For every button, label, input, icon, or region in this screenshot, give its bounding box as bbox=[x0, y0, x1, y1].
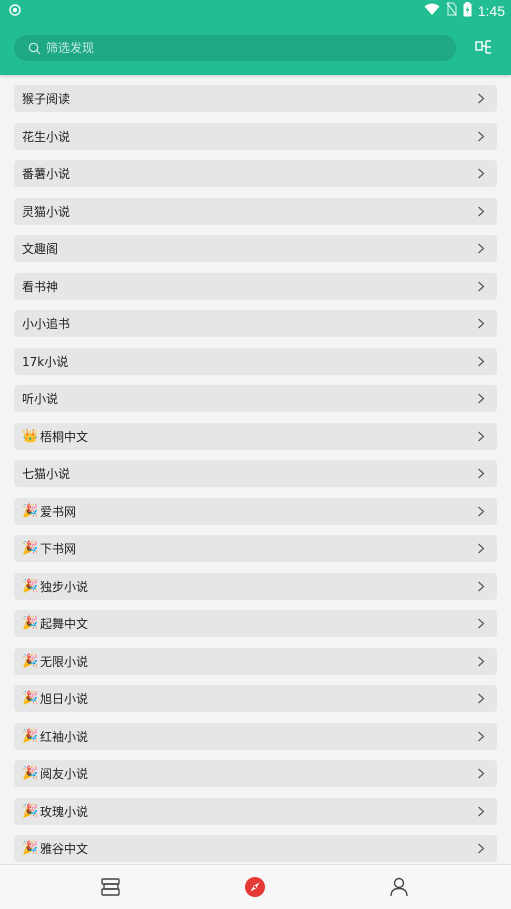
party-popper-icon: 🎉 bbox=[22, 578, 39, 594]
search-input[interactable] bbox=[44, 40, 428, 56]
list-item-label: 无限小说 bbox=[40, 654, 89, 669]
crown-icon: 👑 bbox=[22, 428, 39, 444]
chevron-right-icon bbox=[478, 393, 485, 404]
list-item[interactable]: 🎉 爱书网 bbox=[14, 497, 497, 525]
chevron-right-icon bbox=[478, 806, 485, 816]
list-item[interactable]: 🎉 下书网 bbox=[14, 535, 497, 562]
list-item[interactable]: 🎉 起舞中文 bbox=[14, 610, 497, 637]
list-item-label: 花生小说 bbox=[22, 129, 71, 144]
top-app-bar: 1:45 bbox=[0, 0, 511, 75]
party-popper-icon: 🎉 bbox=[22, 653, 39, 669]
list-item-label: 猴子阅读 bbox=[22, 92, 71, 106]
party-popper-icon: 🎉 bbox=[22, 766, 39, 781]
list-item[interactable]: 猴子阅读 bbox=[14, 85, 497, 112]
list-item-label: 玫瑰小说 bbox=[40, 804, 89, 819]
chevron-right-icon bbox=[478, 468, 485, 479]
bookshelf-icon[interactable] bbox=[100, 876, 122, 898]
chevron-right-icon bbox=[478, 431, 485, 441]
list-item[interactable]: 🎉 无限小说 bbox=[14, 647, 497, 675]
search-icon bbox=[28, 41, 42, 55]
chevron-right-icon bbox=[478, 843, 485, 854]
chevron-right-icon bbox=[478, 356, 485, 366]
chevron-right-icon bbox=[478, 93, 485, 104]
party-popper-icon: 🎉 bbox=[22, 616, 39, 631]
profile-icon[interactable] bbox=[388, 876, 410, 898]
list-item-label: 灵猫小说 bbox=[22, 204, 71, 219]
list-item[interactable]: 番薯小说 bbox=[14, 160, 497, 187]
party-popper-icon: 🎉 bbox=[22, 728, 39, 744]
party-popper-icon: 🎉 bbox=[22, 803, 39, 819]
chevron-right-icon bbox=[478, 543, 485, 554]
list-item-label: 梧桐中文 bbox=[40, 429, 89, 444]
list-item[interactable]: 🎉 旭日小说 bbox=[14, 685, 497, 712]
chevron-right-icon bbox=[478, 318, 485, 329]
list-item-label: 看书神 bbox=[22, 279, 59, 294]
search-box[interactable] bbox=[14, 35, 456, 61]
chevron-right-icon bbox=[478, 656, 485, 666]
list-item[interactable]: 🎉 阅友小说 bbox=[14, 760, 497, 787]
list-item-label: 听小说 bbox=[22, 392, 59, 406]
party-popper-icon: 🎉 bbox=[22, 691, 39, 706]
list-item-label: 七猫小说 bbox=[22, 467, 71, 481]
party-popper-icon: 🎉 bbox=[22, 541, 39, 556]
list-item[interactable]: 🎉 独步小说 bbox=[14, 572, 497, 600]
list-item-label: 雅谷中文 bbox=[40, 842, 89, 856]
chevron-right-icon bbox=[478, 506, 485, 516]
chevron-right-icon bbox=[478, 581, 485, 591]
list-item[interactable]: 🎉 雅谷中文 bbox=[14, 835, 497, 862]
compass-discover-icon[interactable] bbox=[244, 876, 266, 898]
chevron-right-icon bbox=[478, 281, 485, 291]
list-item[interactable]: 看书神 bbox=[14, 272, 497, 300]
list-item-label: 下书网 bbox=[40, 542, 77, 556]
list-item-label: 爱书网 bbox=[40, 504, 77, 519]
list-item-label: 小小追书 bbox=[22, 317, 71, 331]
list-item-label: 独步小说 bbox=[40, 579, 89, 594]
list-item[interactable]: 听小说 bbox=[14, 385, 497, 412]
status-icons: 1:45 bbox=[424, 1, 505, 21]
list-item-label: 文趣阁 bbox=[22, 242, 59, 256]
chevron-right-icon bbox=[478, 243, 485, 254]
list-item[interactable]: 七猫小说 bbox=[14, 460, 497, 487]
status-bar: 1:45 bbox=[0, 0, 511, 22]
battery-charging-icon bbox=[463, 1, 472, 21]
status-time: 1:45 bbox=[477, 3, 505, 19]
vpn-icon bbox=[9, 4, 21, 16]
list-item-label: 番薯小说 bbox=[22, 167, 71, 181]
list-item-label: 起舞中文 bbox=[40, 617, 89, 631]
list-item-label: 阅友小说 bbox=[40, 767, 89, 781]
list-item-label: 红袖小说 bbox=[40, 729, 89, 744]
bottom-navigation bbox=[0, 864, 511, 909]
list-item[interactable]: 灵猫小说 bbox=[14, 197, 497, 225]
chevron-right-icon bbox=[478, 731, 485, 741]
list-item[interactable]: 小小追书 bbox=[14, 310, 497, 337]
no-sim-icon bbox=[446, 2, 457, 20]
list-item[interactable]: 17k小说 bbox=[14, 347, 497, 375]
chevron-right-icon bbox=[478, 618, 485, 629]
party-popper-icon: 🎉 bbox=[22, 841, 39, 856]
chevron-right-icon bbox=[478, 206, 485, 216]
wifi-icon bbox=[424, 3, 440, 20]
list-item[interactable]: 🎉 玫瑰小说 bbox=[14, 797, 497, 825]
list-item[interactable]: 🎉 红袖小说 bbox=[14, 722, 497, 750]
list-item[interactable]: 文趣阁 bbox=[14, 235, 497, 262]
list-item-label: 17k小说 bbox=[22, 354, 69, 369]
grid-menu-icon[interactable] bbox=[474, 37, 494, 57]
list-item-label: 旭日小说 bbox=[40, 692, 89, 706]
chevron-right-icon bbox=[478, 693, 485, 704]
chevron-right-icon bbox=[478, 768, 485, 779]
list-item[interactable]: 花生小说 bbox=[14, 122, 497, 150]
list-item[interactable]: 👑 梧桐中文 bbox=[14, 422, 497, 450]
chevron-right-icon bbox=[478, 168, 485, 179]
party-popper-icon: 🎉 bbox=[22, 503, 39, 519]
chevron-right-icon bbox=[478, 131, 485, 141]
